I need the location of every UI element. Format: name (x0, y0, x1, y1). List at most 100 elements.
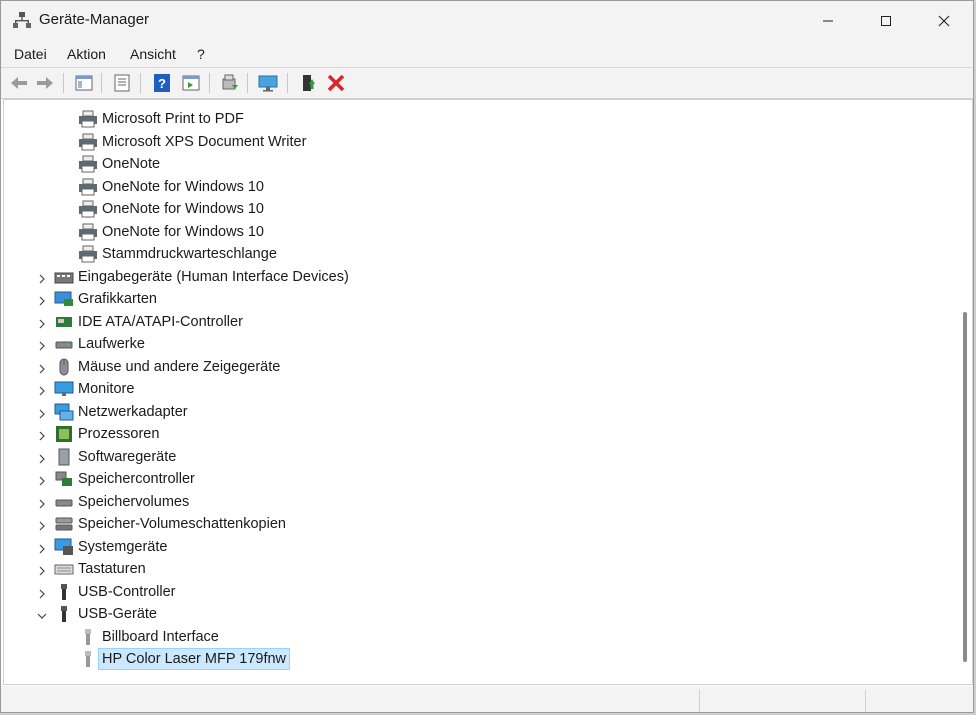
chevron-right-icon[interactable] (37, 566, 47, 576)
back-icon[interactable] (9, 73, 29, 93)
maximize-button[interactable] (857, 1, 915, 41)
list-item[interactable]: OneNote for Windows 10 (78, 221, 268, 243)
tree-category[interactable]: Monitore (54, 378, 138, 400)
list-item[interactable]: OneNote (78, 153, 164, 175)
tree-category[interactable]: Prozessoren (54, 423, 163, 445)
device-manager-icon (13, 12, 31, 28)
update-driver-icon[interactable] (220, 73, 240, 93)
toolbar-separator (63, 73, 64, 93)
window-title: Geräte-Manager (39, 11, 150, 28)
uninstall-icon[interactable] (326, 73, 346, 93)
chevron-right-icon[interactable] (37, 544, 47, 554)
forward-icon[interactable] (35, 73, 55, 93)
tree-category[interactable]: USB-Geräte (54, 603, 161, 625)
list-item[interactable]: OneNote for Windows 10 (78, 176, 268, 198)
properties-icon[interactable] (112, 73, 132, 93)
close-button[interactable] (915, 1, 973, 41)
chevron-right-icon[interactable] (37, 476, 47, 486)
tree-category[interactable]: Tastaturen (54, 558, 150, 580)
toolbar-separator (140, 73, 141, 93)
chevron-right-icon[interactable] (37, 341, 47, 351)
toolbar-separator (247, 73, 248, 93)
device-label: HP Color Laser MFP 179fnw (98, 648, 291, 670)
device-label: OneNote for Windows 10 (102, 201, 264, 217)
chevron-down-icon[interactable] (37, 611, 47, 621)
category-label: Netzwerkadapter (78, 404, 188, 420)
menu-aktion[interactable]: Aktion (67, 46, 106, 62)
help-icon[interactable]: ? (152, 73, 172, 93)
chevron-right-icon[interactable] (37, 296, 47, 306)
category-label: Softwaregeräte (78, 449, 177, 465)
tree-category[interactable]: IDE ATA/ATAPI-Controller (54, 311, 247, 333)
tree-category[interactable]: Laufwerke (54, 333, 149, 355)
tree-category[interactable]: USB-Controller (54, 581, 180, 603)
chevron-right-icon[interactable] (37, 499, 47, 509)
tree-category[interactable]: Systemgeräte (54, 536, 171, 558)
category-label: USB-Geräte (78, 606, 157, 622)
chevron-right-icon[interactable] (37, 454, 47, 464)
toolbar: ? (1, 68, 973, 99)
status-segment (865, 690, 973, 712)
printer-icon (79, 133, 97, 151)
tree-category[interactable]: Speicher-Volumeschattenkopien (54, 513, 290, 535)
hid-icon (54, 272, 74, 284)
category-label: USB-Controller (78, 584, 176, 600)
disk-drive-icon (55, 341, 73, 349)
menu-help[interactable]: ? (197, 46, 205, 62)
scan-hardware-icon[interactable] (258, 73, 278, 93)
close-icon (938, 15, 950, 27)
list-item[interactable]: Microsoft Print to PDF (78, 108, 248, 130)
enable-device-icon[interactable] (299, 73, 319, 93)
category-label: Speichervolumes (78, 494, 190, 510)
device-label: Microsoft Print to PDF (102, 111, 244, 127)
category-label: Speichercontroller (78, 471, 195, 487)
list-item[interactable]: Microsoft XPS Document Writer (78, 131, 310, 153)
tree-category[interactable]: Speichercontroller (54, 468, 199, 490)
chevron-right-icon[interactable] (37, 431, 47, 441)
printer-icon (79, 200, 97, 218)
usb-plug-icon (85, 651, 91, 667)
menu-ansicht[interactable]: Ansicht (130, 46, 176, 62)
device-tree[interactable]: Microsoft Print to PDF Microsoft XPS Doc… (3, 99, 973, 685)
list-item[interactable]: Stammdruckwarteschlange (78, 243, 281, 265)
tree-category[interactable]: Netzwerkadapter (54, 401, 192, 423)
list-item[interactable]: OneNote for Windows 10 (78, 198, 268, 220)
tree-category[interactable]: Speichervolumes (54, 491, 193, 513)
tree-category[interactable]: Softwaregeräte (54, 446, 180, 468)
chevron-right-icon[interactable] (37, 364, 47, 374)
tree-category[interactable]: Mäuse und andere Zeigegeräte (54, 356, 284, 378)
processor-icon (56, 426, 72, 442)
printer-icon (79, 223, 97, 241)
chevron-right-icon[interactable] (37, 386, 47, 396)
device-label: Billboard Interface (102, 629, 219, 645)
list-item[interactable]: Billboard Interface (78, 626, 223, 648)
chevron-right-icon[interactable] (37, 409, 47, 419)
device-label: OneNote (102, 156, 161, 172)
device-label: Microsoft XPS Document Writer (102, 134, 307, 150)
category-label: Laufwerke (78, 336, 145, 352)
title-bar: Geräte-Manager (1, 1, 973, 41)
chevron-right-icon[interactable] (37, 521, 47, 531)
storage-volume-icon (55, 499, 73, 507)
minimize-icon (823, 20, 833, 22)
chevron-right-icon[interactable] (37, 274, 47, 284)
tree-category[interactable]: Grafikkarten (54, 288, 161, 310)
menu-datei[interactable]: Datei (14, 46, 47, 62)
scrollbar-thumb[interactable] (963, 312, 967, 662)
action-pane-icon[interactable] (181, 73, 201, 93)
keyboard-icon (54, 564, 74, 575)
device-label: Stammdruckwarteschlange (102, 246, 277, 262)
menu-bar: Datei Aktion Ansicht ? (1, 41, 973, 68)
vertical-scrollbar[interactable] (959, 100, 969, 684)
chevron-right-icon[interactable] (37, 319, 47, 329)
tree-category[interactable]: Eingabegeräte (Human Interface Devices) (54, 266, 353, 288)
software-device-icon (58, 448, 70, 466)
chevron-right-icon[interactable] (37, 589, 47, 599)
device-manager-window: Geräte-Manager Datei Aktion Ansicht ? ? … (0, 0, 974, 713)
printer-icon (79, 110, 97, 128)
list-item-selected[interactable]: HP Color Laser MFP 179fnw (78, 648, 291, 670)
show-hide-console-tree-icon[interactable] (74, 73, 94, 93)
monitor-icon (54, 381, 74, 396)
volume-shadow-copy-icon (55, 517, 73, 531)
minimize-button[interactable] (799, 1, 857, 41)
